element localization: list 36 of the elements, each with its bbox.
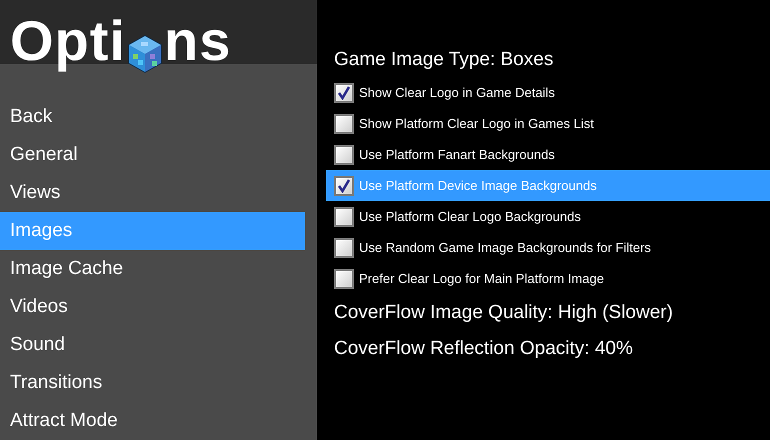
checkbox-label: Show Platform Clear Logo in Games List [359, 114, 594, 133]
setting-label[interactable]: CoverFlow Image Quality: High (Slower) [326, 298, 673, 328]
checkbox-label: Show Clear Logo in Game Details [359, 84, 555, 102]
checkbox-row[interactable]: Use Random Game Image Backgrounds for Filters [326, 232, 770, 263]
menu-item[interactable]: Sound [0, 326, 317, 364]
checkbox-label: Use Platform Device Image Backgrounds [359, 176, 597, 195]
checkbox-row[interactable]: Prefer Clear Logo for Main Platform Image [326, 263, 770, 294]
checkbox[interactable] [334, 82, 354, 102]
checkbox-row[interactable]: Use Platform Clear Logo Backgrounds [326, 201, 770, 232]
menu-item[interactable]: Transitions [0, 364, 317, 402]
checkbox[interactable] [334, 206, 354, 226]
menu-item[interactable]: General [0, 136, 317, 174]
checkbox-label: Use Platform Clear Logo Backgrounds [359, 208, 581, 226]
checkbox[interactable] [334, 144, 354, 164]
checkbox-label: Use Random Game Image Backgrounds for Filters [359, 238, 651, 257]
setting-label[interactable]: Game Image Type: Boxes [326, 46, 554, 74]
checkbox-label: Use Platform Fanart Backgrounds [359, 146, 555, 164]
options-title-start: Opti [10, 8, 126, 74]
options-title-end: ns [164, 8, 232, 74]
menu-item[interactable]: Image Cache [0, 250, 317, 288]
checkbox-row[interactable]: Show Clear Logo in Game Details [326, 77, 770, 108]
menu-item[interactable]: Back [0, 98, 317, 136]
cube-icon [126, 34, 163, 74]
checkbox-row[interactable]: Use Platform Fanart Backgrounds [326, 139, 770, 170]
checkbox[interactable] [334, 114, 354, 134]
checkbox[interactable] [334, 176, 354, 196]
checkbox[interactable] [334, 268, 354, 288]
checkbox-row[interactable]: Show Platform Clear Logo in Games List [326, 108, 770, 139]
setting-label[interactable]: CoverFlow Reflection Opacity: 40% [326, 334, 633, 364]
checkbox[interactable] [334, 238, 354, 258]
check-icon [337, 178, 351, 192]
menu-item[interactable]: Views [0, 174, 317, 212]
checkbox-label: Prefer Clear Logo for Main Platform Image [359, 270, 604, 288]
menu-item[interactable]: Videos [0, 288, 317, 326]
check-icon [337, 86, 351, 100]
menu-item[interactable]: Attract Mode [0, 402, 317, 440]
